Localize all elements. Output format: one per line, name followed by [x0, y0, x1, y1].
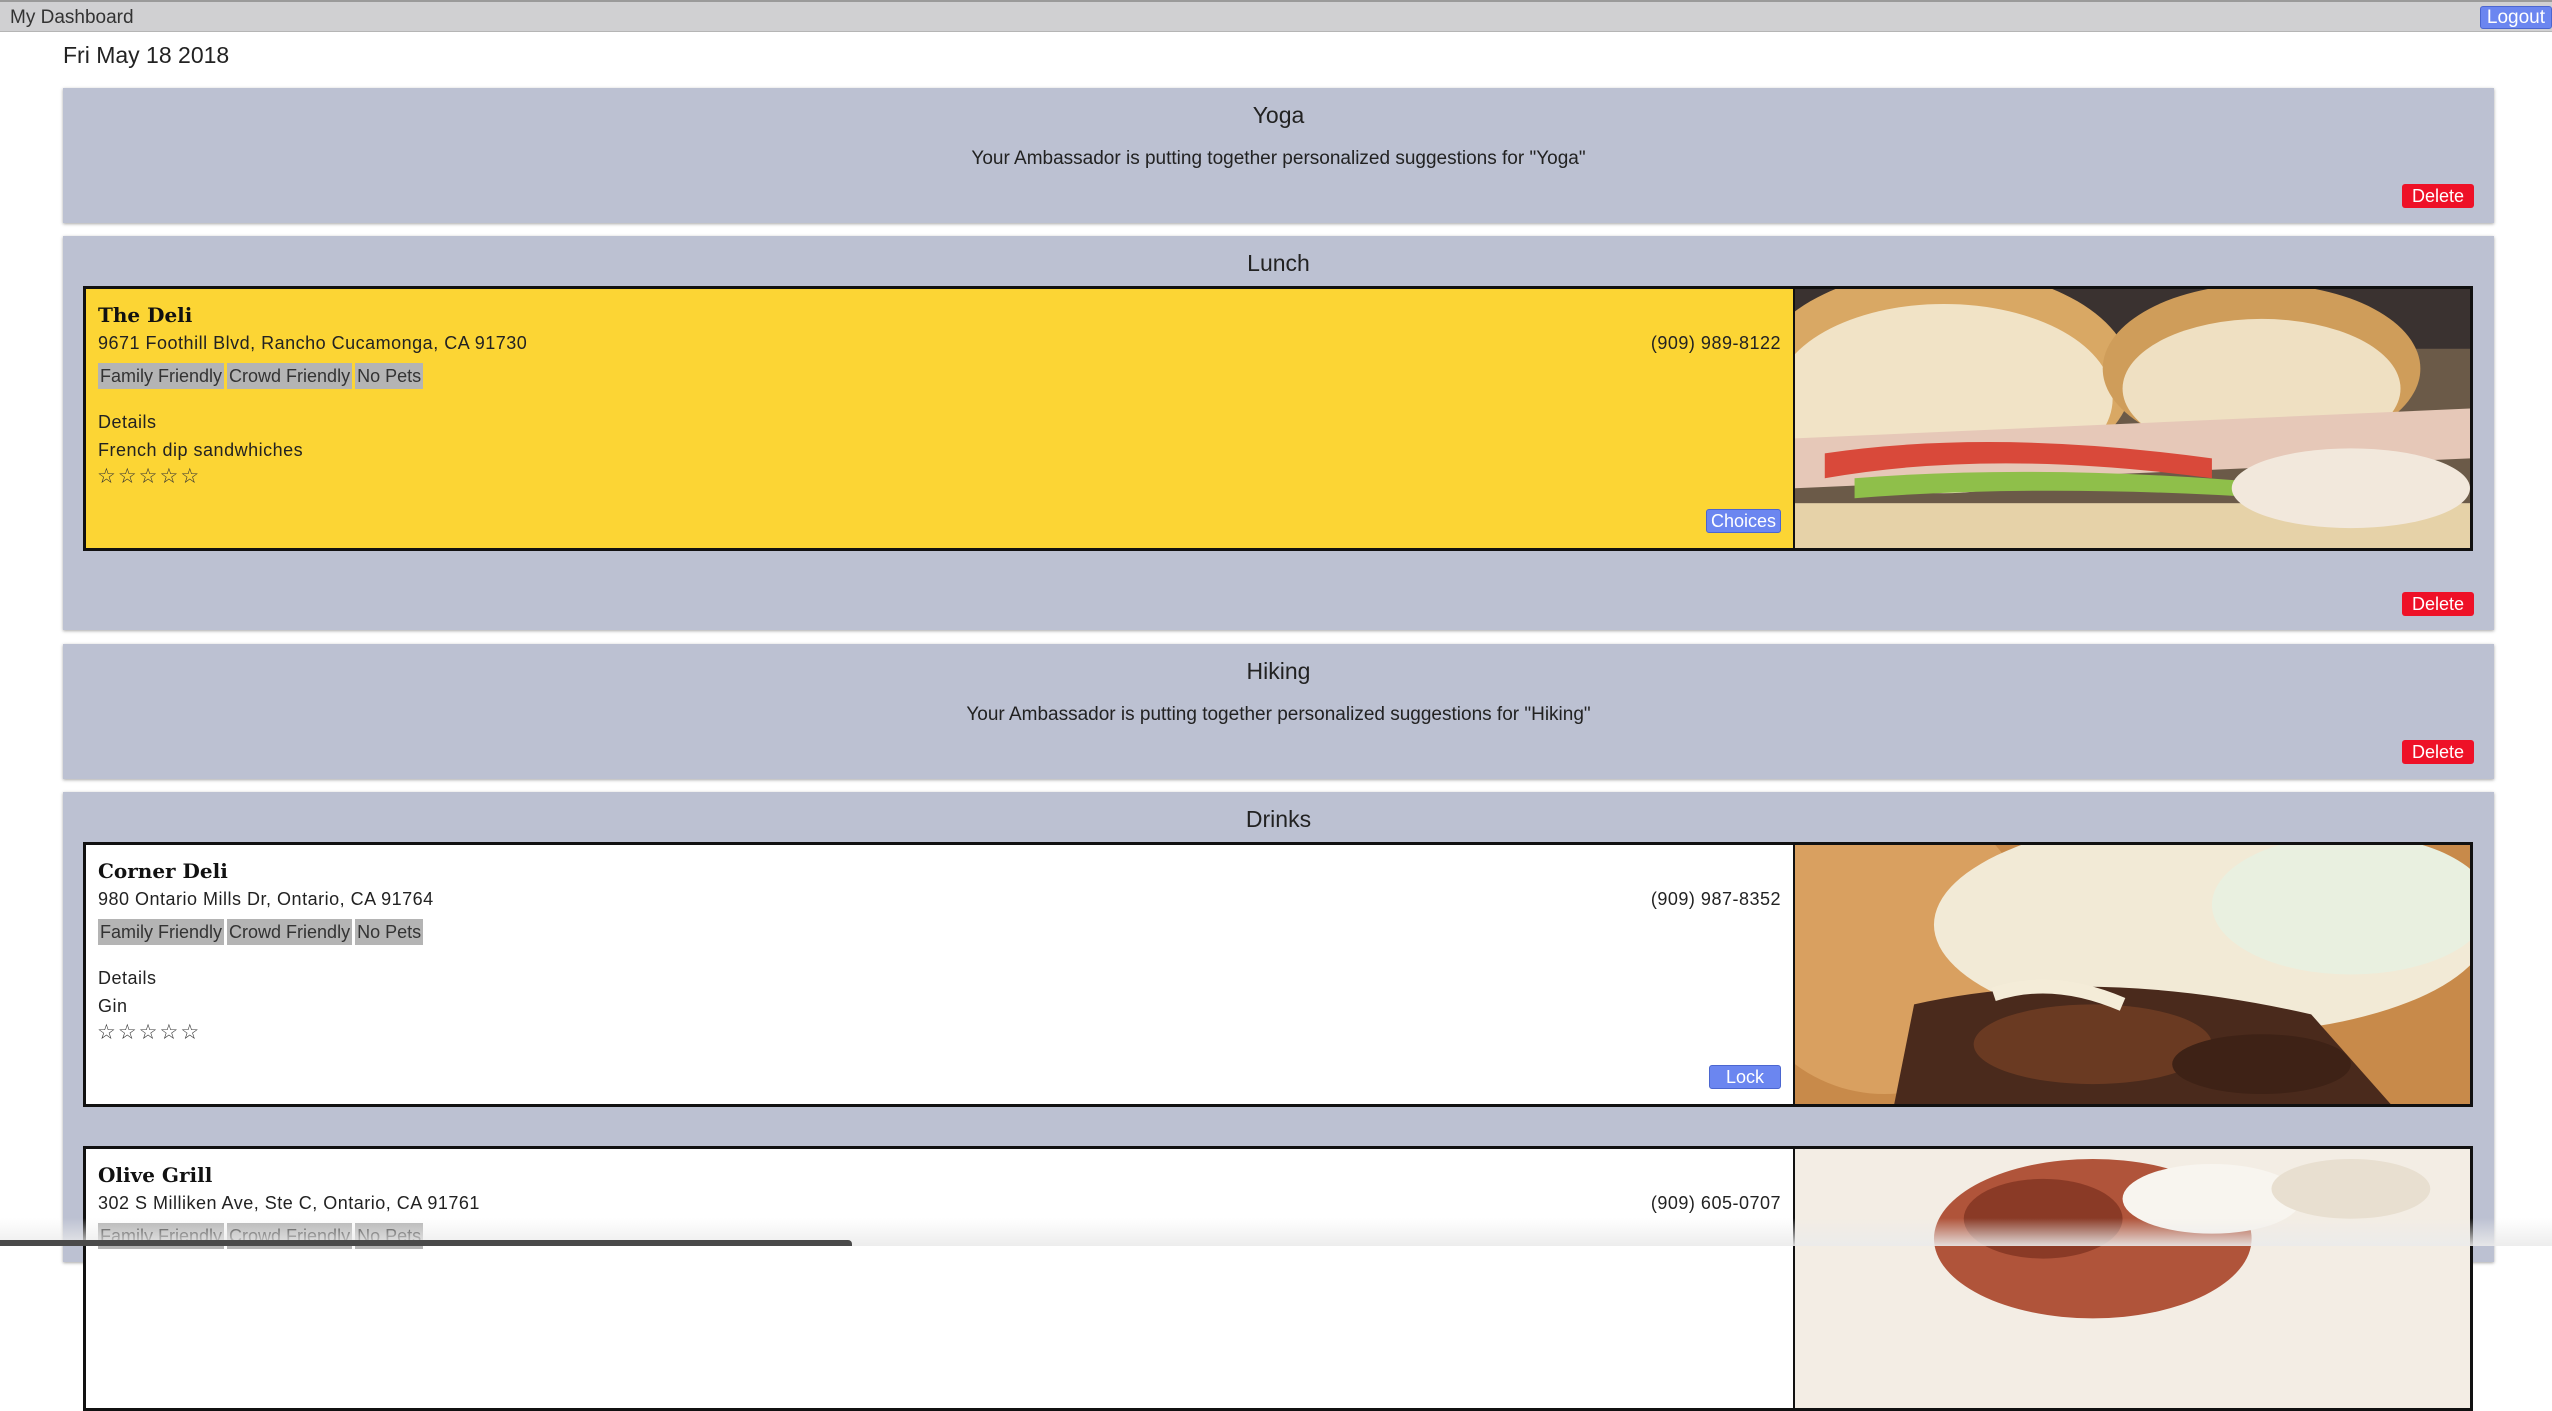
star-rating[interactable]: ☆ ☆ ☆ ☆ ☆ — [97, 464, 199, 488]
choices-button[interactable]: Choices — [1705, 509, 1781, 533]
delete-button[interactable]: Delete — [2401, 184, 2474, 208]
venue-card[interactable]: Corner Deli 980 Ontario Mills Dr, Ontari… — [83, 842, 2473, 1107]
venue-name: The Deli — [98, 303, 193, 327]
star-icon[interactable]: ☆ — [159, 464, 178, 488]
venue-address: 302 S Milliken Ave, Ste C, Ontario, CA 9… — [98, 1193, 480, 1213]
venue-address: 980 Ontario Mills Dr, Ontario, CA 91764 — [98, 889, 434, 909]
venue-phone: (909) 605-0707 — [1650, 1193, 1781, 1213]
top-bar: My Dashboard Logout — [0, 0, 2552, 32]
event-title: Lunch — [1247, 250, 1310, 276]
sandwich-photo — [1755, 289, 2470, 548]
venue-tag: Crowd Friendly — [227, 919, 353, 945]
delete-button[interactable]: Delete — [2401, 592, 2474, 616]
star-icon[interactable]: ☆ — [180, 464, 199, 488]
star-icon[interactable]: ☆ — [139, 1020, 158, 1044]
details-label: Details — [98, 412, 157, 432]
venue-tag: Crowd Friendly — [227, 363, 353, 389]
lock-button[interactable]: Lock — [1708, 1065, 1781, 1089]
event-title: Yoga — [1252, 102, 1305, 128]
dashboard-date: Fri May 18 2018 — [63, 42, 230, 68]
details-text: French dip sandwhiches — [98, 440, 304, 460]
venue-info: Corner Deli 980 Ontario Mills Dr, Ontari… — [86, 845, 1793, 1104]
delete-button[interactable]: Delete — [2401, 740, 2474, 764]
event-title: Drinks — [1245, 806, 1312, 832]
venue-tags: Family Friendly Crowd Friendly No Pets — [98, 919, 424, 945]
star-icon[interactable]: ☆ — [97, 464, 116, 488]
logout-button[interactable]: Logout — [2479, 6, 2552, 29]
star-rating[interactable]: ☆ ☆ ☆ ☆ ☆ — [97, 1020, 199, 1044]
grill-food-photo — [1793, 1149, 2470, 1408]
star-icon[interactable]: ☆ — [97, 1020, 116, 1044]
star-icon[interactable]: ☆ — [139, 464, 158, 488]
event-title: Hiking — [1246, 658, 1311, 684]
status-bar — [0, 1240, 852, 1246]
venue-phone: (909) 987-8352 — [1650, 889, 1781, 909]
venue-tag: Family Friendly — [98, 363, 225, 389]
venue-name: Corner Deli — [98, 859, 228, 883]
venue-info: The Deli 9671 Foothill Blvd, Rancho Cuca… — [86, 289, 1793, 548]
star-icon[interactable]: ☆ — [180, 1020, 199, 1044]
venue-phone: (909) 989-8122 — [1650, 333, 1781, 353]
venue-card[interactable]: Olive Grill 302 S Milliken Ave, Ste C, O… — [83, 1146, 2473, 1411]
venue-tag: No Pets — [355, 919, 424, 945]
event-panel-drinks: Drinks Corner Deli 980 Ontario Mills Dr,… — [63, 792, 2494, 1411]
venue-tag: Family Friendly — [98, 919, 225, 945]
details-label: Details — [98, 968, 157, 988]
event-panel-lunch: Lunch The Deli 9671 Foothill Blvd, Ranch… — [63, 236, 2494, 630]
app-title: My Dashboard — [10, 7, 134, 28]
venue-tag: No Pets — [355, 363, 424, 389]
event-panel-yoga: Yoga Your Ambassador is putting together… — [63, 88, 2494, 223]
details-text: Gin — [98, 996, 128, 1016]
event-panel-hiking: Hiking Your Ambassador is putting togeth… — [63, 644, 2494, 779]
event-message: Your Ambassador is putting together pers… — [971, 148, 1586, 169]
cheesesteak-photo — [1735, 845, 2470, 1104]
venue-tags: Family Friendly Crowd Friendly No Pets — [98, 363, 424, 389]
venue-address: 9671 Foothill Blvd, Rancho Cucamonga, CA… — [98, 333, 528, 353]
star-icon[interactable]: ☆ — [118, 464, 137, 488]
venue-name: Olive Grill — [98, 1163, 213, 1187]
venue-info: Olive Grill 302 S Milliken Ave, Ste C, O… — [86, 1149, 1793, 1408]
star-icon[interactable]: ☆ — [159, 1020, 178, 1044]
star-icon[interactable]: ☆ — [118, 1020, 137, 1044]
event-message: Your Ambassador is putting together pers… — [966, 704, 1591, 725]
venue-card[interactable]: The Deli 9671 Foothill Blvd, Rancho Cuca… — [83, 286, 2473, 551]
